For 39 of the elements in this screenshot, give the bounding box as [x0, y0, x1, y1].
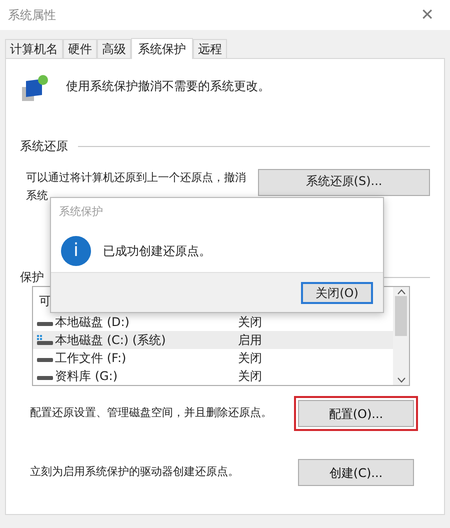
- restore-description: 系统: [26, 188, 48, 204]
- section-heading: 保护: [20, 269, 44, 286]
- drive-status: 关闭: [238, 350, 262, 367]
- dialog-message: 已成功创建还原点。: [103, 242, 211, 260]
- system-drive-icon: [37, 335, 53, 345]
- configure-button[interactable]: 配置(O)...: [298, 400, 414, 427]
- configure-description: 配置还原设置、管理磁盘空间，并且删除还原点。: [30, 405, 272, 422]
- drive-status: 启用: [238, 332, 262, 349]
- drive-row[interactable]: 工作文件 (F:) 关闭: [33, 349, 393, 367]
- intro-text: 使用系统保护撤消不需要的系统更改。: [66, 78, 270, 95]
- drive-name: 本地磁盘 (C:) (系统): [55, 332, 166, 349]
- dialog-close-button[interactable]: 关闭(O): [301, 282, 373, 304]
- drive-row[interactable]: 本地磁盘 (D:) 关闭: [33, 313, 393, 331]
- tab[interactable]: 硬件: [63, 39, 97, 58]
- column-header: 可: [39, 293, 51, 310]
- section-heading: 系统还原: [20, 138, 68, 155]
- drive-status: 关闭: [238, 314, 262, 331]
- drive-name: 工作文件 (F:): [55, 350, 126, 367]
- drive-name: 本地磁盘 (D:): [55, 314, 130, 331]
- restore-description: 可以通过将计算机还原到上一个还原点，撤消: [26, 170, 246, 186]
- tab[interactable]: 系统保护: [131, 38, 193, 59]
- dialog-title: 系统保护: [59, 204, 103, 220]
- tab[interactable]: 计算机名: [5, 39, 63, 58]
- drive-name: 资料库 (G:): [55, 368, 118, 385]
- info-icon: i: [61, 236, 91, 266]
- scroll-down-icon[interactable]: [396, 377, 406, 383]
- close-button[interactable]: ✕: [412, 3, 442, 27]
- computer-shield-icon: [20, 73, 50, 103]
- tab[interactable]: 高级: [97, 39, 131, 58]
- create-description: 立刻为启用系统保护的驱动器创建还原点。: [30, 464, 239, 480]
- window-title: 系统属性: [8, 7, 56, 24]
- system-restore-button[interactable]: 系统还原(S)...: [258, 169, 430, 196]
- scroll-thumb[interactable]: [395, 296, 407, 336]
- drive-status: 关闭: [238, 368, 262, 385]
- create-button[interactable]: 创建(C)...: [298, 459, 414, 486]
- scroll-up-icon[interactable]: [396, 289, 406, 295]
- tab[interactable]: 远程: [193, 39, 227, 58]
- drive-row[interactable]: 本地磁盘 (C:) (系统) 启用: [33, 331, 393, 349]
- drive-row[interactable]: 资料库 (G:) 关闭: [33, 367, 393, 385]
